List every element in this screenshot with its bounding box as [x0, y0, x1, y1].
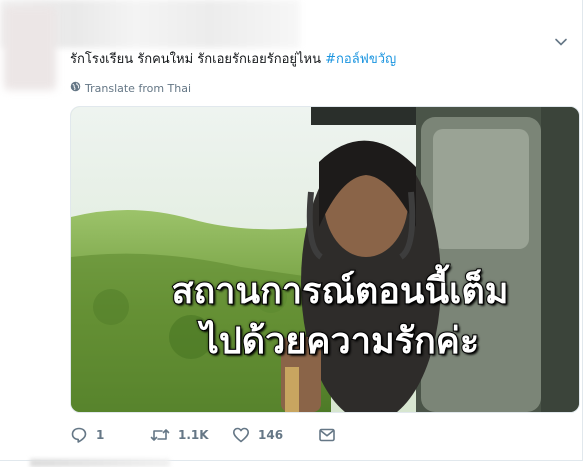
tweet-body: รักโรงเรียน รักคนใหม่ รักเอยรักเอยรักอยู… [70, 52, 321, 67]
caption-line-2: ไปด้วยความรักค่ะ [200, 320, 480, 363]
caption-line-1: สถานการณ์ตอนนี้เต็ม [171, 270, 510, 313]
direct-message-button[interactable] [318, 426, 336, 444]
retweet-count: 1.1K [178, 428, 209, 442]
media-caption: สถานการณ์ตอนนี้เต็ม ไปด้วยความรักค่ะ [71, 267, 579, 367]
like-button[interactable]: 146 [232, 426, 318, 444]
blurred-avatar [4, 6, 56, 90]
chevron-down-icon[interactable] [554, 34, 568, 48]
heart-icon [232, 426, 250, 444]
reply-button[interactable]: 1 [70, 426, 150, 444]
hashtag-link[interactable]: #กอล์ฟขวัญ [325, 52, 396, 67]
tweet-text: รักโรงเรียน รักคนใหม่ รักเอยรักเอยรักอยู… [70, 51, 550, 69]
envelope-icon [318, 426, 336, 444]
translate-label: Translate from Thai [85, 81, 192, 95]
translate-link[interactable]: Translate from Thai [70, 80, 191, 96]
retweet-icon [150, 426, 170, 444]
reply-count: 1 [96, 428, 105, 442]
tweet-actions: 1 1.1K 146 [70, 424, 336, 446]
tweet-card: รักโรงเรียน รักคนใหม่ รักเอยรักเอยรักอยู… [0, 0, 583, 461]
tweet-media-image[interactable]: สถานการณ์ตอนนี้เต็ม ไปด้วยความรักค่ะ [70, 106, 580, 413]
blurred-next-tweet [30, 459, 170, 467]
like-count: 146 [258, 428, 284, 442]
globe-icon [70, 81, 81, 95]
reply-icon [70, 426, 88, 444]
retweet-button[interactable]: 1.1K [150, 426, 232, 444]
